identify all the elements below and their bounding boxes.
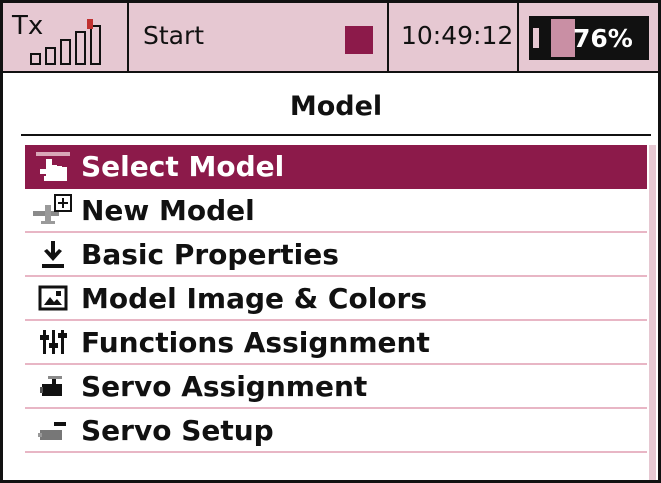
menu-item-label: Functions Assignment xyxy=(81,325,430,359)
start-indicator-square xyxy=(345,26,373,54)
sliders-icon xyxy=(25,322,81,362)
battery-icon: 76% xyxy=(529,16,649,60)
transmitter-screen: Tx Start 10:49:12 76% Model Select Model… xyxy=(0,0,661,483)
status-bar: Tx Start 10:49:12 76% xyxy=(3,3,658,73)
page-title: Model xyxy=(289,91,383,122)
start-label: Start xyxy=(143,21,205,50)
battery-status: 76% xyxy=(519,3,658,71)
tx-signal-indicator: Tx xyxy=(3,3,129,71)
clock: 10:49:12 xyxy=(389,3,519,71)
menu-item-label: Servo Setup xyxy=(81,413,274,447)
menu-item-model-image-colors[interactable]: Model Image & Colors xyxy=(25,277,647,321)
menu-item-servo-assignment[interactable]: Servo Assignment xyxy=(25,365,647,409)
menu-item-select-model[interactable]: Select Model xyxy=(25,145,647,189)
start-status[interactable]: Start xyxy=(129,3,389,71)
menu-item-new-model[interactable]: New Model xyxy=(25,189,647,233)
signal-strength-icon xyxy=(30,23,110,65)
menu-scrollbar[interactable] xyxy=(647,145,656,480)
menu-item-basic-properties[interactable]: Basic Properties xyxy=(25,233,647,277)
servo-icon xyxy=(25,366,81,406)
battery-percent: 76% xyxy=(573,24,633,53)
servo-setup-icon xyxy=(25,410,81,450)
model-menu: Select Model New Model Basic Properties … xyxy=(25,145,647,480)
title-divider xyxy=(21,134,651,136)
time-label: 10:49:12 xyxy=(401,21,514,50)
new-model-plane-icon xyxy=(25,190,81,230)
scrollbar-thumb[interactable] xyxy=(649,145,656,480)
menu-item-label: New Model xyxy=(81,193,255,227)
menu-item-label: Basic Properties xyxy=(81,237,339,271)
pointing-hand-icon xyxy=(25,146,81,186)
image-icon xyxy=(25,278,81,318)
menu-item-label: Servo Assignment xyxy=(81,369,368,403)
menu-item-servo-setup[interactable]: Servo Setup xyxy=(25,409,647,453)
signal-status-dot xyxy=(87,19,93,29)
download-arrow-icon xyxy=(25,234,81,274)
menu-item-label: Model Image & Colors xyxy=(81,281,428,315)
battery-fill xyxy=(551,19,575,57)
menu-item-label: Select Model xyxy=(81,149,285,183)
menu-item-functions-assignment[interactable]: Functions Assignment xyxy=(25,321,647,365)
